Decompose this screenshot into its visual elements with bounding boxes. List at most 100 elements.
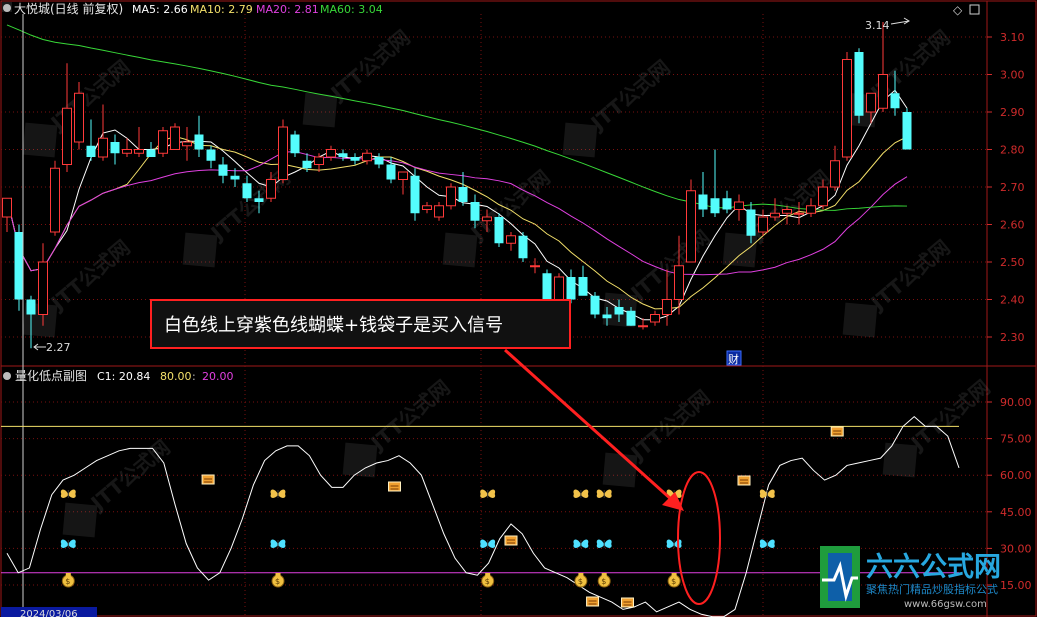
candle-body [566, 277, 576, 300]
candle-body [170, 126, 180, 150]
candle-body [506, 235, 516, 244]
candle-body [206, 149, 216, 161]
sub-tick-label: 30.00 [1000, 542, 1032, 555]
sell-box-icon [201, 474, 215, 485]
candle-body [878, 74, 888, 109]
candle-body [122, 149, 132, 154]
candle-body [146, 149, 156, 157]
sub-tick-label: 60.00 [1000, 469, 1032, 482]
candle-body [410, 175, 420, 214]
candle-body [398, 171, 408, 180]
candle-body [746, 209, 756, 236]
candle-body [674, 265, 684, 300]
cyan-butterfly-icon [270, 539, 286, 548]
cyan-butterfly-icon [666, 539, 682, 548]
main-tick-label: 2.30 [1000, 331, 1025, 344]
candle-body [278, 126, 288, 180]
candle-body [62, 107, 72, 165]
candle-body [350, 157, 360, 161]
sell-box-icon [504, 535, 518, 546]
candle-body [818, 186, 828, 207]
candle-body [602, 314, 612, 319]
candle-body [374, 157, 384, 165]
ma5-label: MA5: 2.66 [132, 3, 188, 16]
candle-body [26, 299, 36, 315]
sub-collapse-icon[interactable] [3, 372, 11, 380]
diamond-icon[interactable]: ◇ [953, 3, 963, 17]
candle-body [458, 187, 468, 202]
candle-body [638, 325, 648, 328]
ma10-label: MA10: 2.79 [190, 3, 253, 16]
main-tick-label: 2.40 [1000, 294, 1025, 307]
candle-body [842, 59, 852, 158]
sub-tick-label: 45.00 [1000, 506, 1032, 519]
brand-name: 六六公式网 [866, 552, 1001, 583]
candle-body [686, 190, 696, 263]
candle-body [266, 179, 276, 199]
candle-body [158, 130, 168, 154]
cyan-butterfly-icon [573, 539, 589, 548]
candle-body [230, 175, 240, 180]
sell-box-icon [621, 597, 634, 608]
candle-body [710, 198, 720, 214]
candle-body [518, 235, 528, 259]
sub-tick-label: 15.00 [1000, 579, 1032, 592]
candle-body [794, 212, 804, 215]
main-tick-label: 3.00 [1000, 69, 1025, 82]
candle-body [446, 186, 456, 207]
brand-url: www.66gsw.com [904, 599, 987, 610]
candle-body [290, 134, 300, 154]
sell-box-icon [586, 596, 600, 607]
candle-body [890, 93, 900, 109]
collapse-icon[interactable] [3, 4, 11, 12]
sub-tick-label: 75.00 [1000, 433, 1032, 446]
annotation-text: 白色线上穿紫色线蝴蝶+钱袋子是买入信号 [164, 315, 503, 336]
candle-body [782, 209, 792, 214]
candle-body [662, 299, 672, 315]
stock-chart: JTT公式网 JTT公式网 JTT公式网 JTT公式网JTT公式网 JTT公式网 JTT公… [0, 0, 1037, 617]
svg-text:$: $ [671, 577, 676, 586]
candle-body [254, 198, 264, 202]
candle-body [338, 153, 348, 157]
svg-text:$: $ [275, 577, 280, 586]
candle-body [98, 137, 108, 158]
yellow-butterfly-icon [60, 489, 76, 498]
main-tick-label: 2.90 [1000, 106, 1025, 119]
main-tick-label: 2.80 [1000, 144, 1025, 157]
line80-label: 80.00 [160, 370, 192, 383]
sell-box-icon [737, 475, 751, 486]
yellow-butterfly-icon [270, 489, 286, 498]
candle-body [614, 307, 624, 315]
candle-body [362, 152, 372, 162]
svg-text:$: $ [65, 577, 70, 586]
candle-body [650, 314, 660, 323]
event-marker-label: 财 [728, 352, 739, 366]
candle-body [758, 216, 768, 233]
cyan-butterfly-icon [60, 539, 76, 548]
main-tick-label: 2.50 [1000, 256, 1025, 269]
candle-body [554, 276, 564, 300]
candle-body [422, 205, 432, 210]
candle-body [182, 141, 192, 147]
candle-body [14, 232, 24, 300]
cyan-butterfly-icon [596, 539, 612, 548]
main-tick-label: 3.10 [1000, 31, 1025, 44]
candle-body [74, 92, 84, 143]
ma20-label: MA20: 2.81 [256, 3, 319, 16]
svg-text:$: $ [485, 577, 490, 586]
yellow-butterfly-icon [596, 489, 612, 498]
candle-body [854, 52, 864, 116]
candle-body [542, 273, 552, 304]
candle-body [902, 112, 912, 150]
candle-body [578, 277, 588, 296]
low-price-label: 2.27 [46, 341, 71, 354]
candle-body [494, 217, 504, 244]
candle-body [470, 202, 480, 221]
candle-body [50, 167, 60, 233]
c1-label: C1: 20.84 [97, 370, 150, 383]
candle-body [194, 134, 204, 150]
candle-body [434, 205, 444, 218]
sub-tick-label: 90.00 [1000, 396, 1032, 409]
candle-body [770, 212, 780, 218]
candle-body [314, 156, 324, 165]
